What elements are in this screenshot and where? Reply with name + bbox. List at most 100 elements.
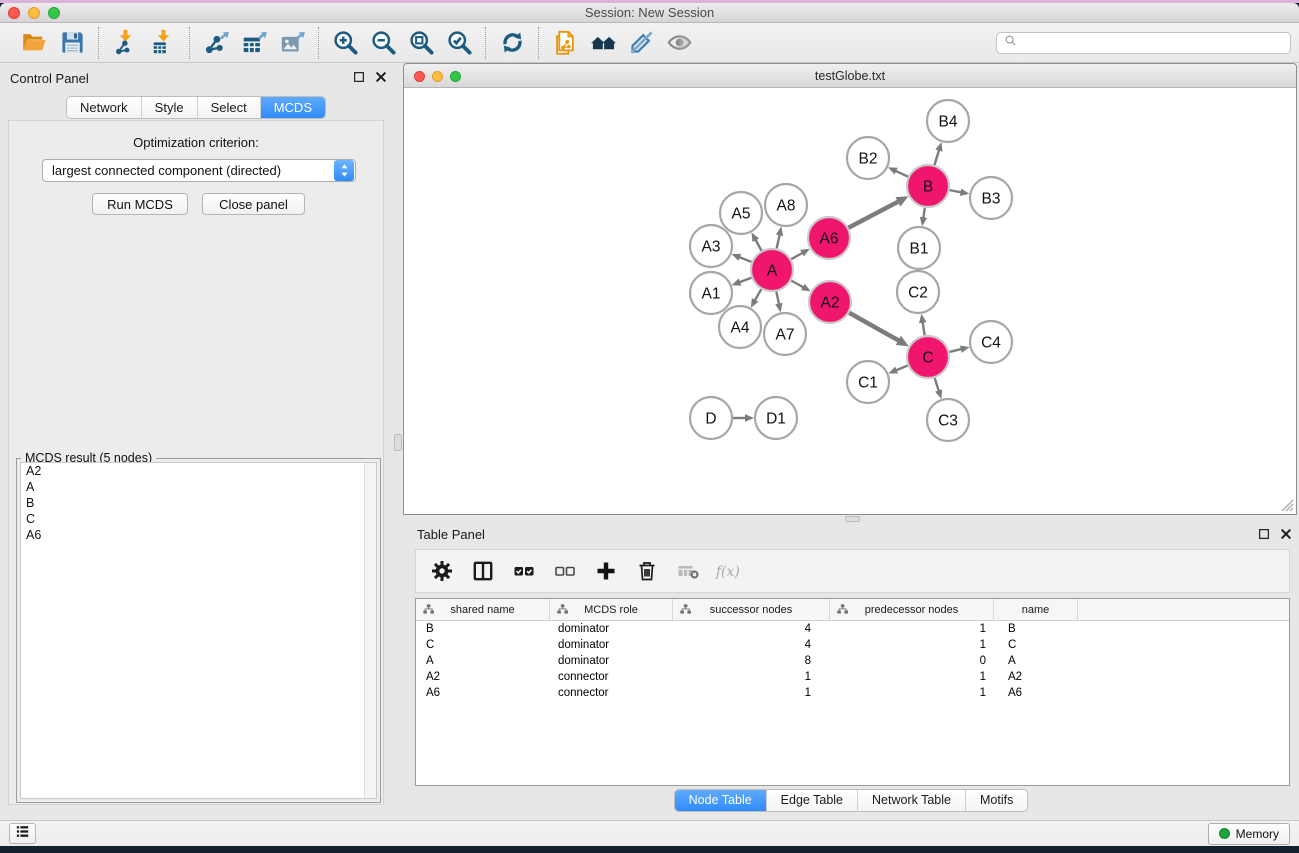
network-minimize-button[interactable] (432, 71, 443, 82)
mcds-result-item[interactable]: A2 (21, 463, 376, 479)
toolbar-group (189, 27, 318, 59)
mcds-result-list[interactable]: A2ABCA6 (20, 462, 377, 799)
mcds-result-item[interactable]: A6 (21, 527, 376, 543)
mcds-result-item[interactable]: B (21, 495, 376, 511)
graph-edge-A6-B[interactable] (848, 201, 898, 227)
graph-edge-A-A3[interactable] (739, 257, 752, 262)
column-header-shared-name[interactable]: shared name (416, 599, 550, 621)
graph-edge-B-B3[interactable] (950, 190, 962, 192)
graph-node-label: D (705, 411, 716, 428)
network-canvas[interactable]: B4B2BB3A8A5A6A3B1AC2A1A2A4A7C4CC1C3DD1 (404, 88, 1296, 514)
column-header-successor-nodes[interactable]: successor nodes (673, 599, 830, 621)
home-icon[interactable] (587, 27, 619, 59)
search-box[interactable] (996, 32, 1291, 54)
table-row[interactable]: A6connector11A6 (416, 685, 1289, 701)
float-panel-icon[interactable] (1257, 527, 1271, 541)
graph-edge-C-C4[interactable] (949, 349, 961, 352)
export-network-icon[interactable] (200, 27, 232, 59)
graph-node-label: B4 (939, 114, 958, 131)
tab-select[interactable]: Select (197, 97, 260, 118)
window-resize-grip[interactable] (1278, 496, 1294, 512)
hierarchy-icon (679, 603, 692, 616)
criterion-dropdown[interactable]: largest connected component (directed) (42, 159, 356, 182)
export-image-icon[interactable] (276, 27, 308, 59)
close-panel-button[interactable]: Close panel (202, 193, 305, 215)
graph-edge-C-C1[interactable] (896, 365, 908, 370)
traffic-lights (8, 7, 60, 19)
column-header-label: MCDS role (584, 604, 638, 616)
network-window-titlebar[interactable]: testGlobe.txt (404, 64, 1296, 88)
tab-network-table[interactable]: Network Table (857, 790, 965, 811)
graph-node-label: B (923, 179, 933, 196)
memory-button[interactable]: Memory (1208, 823, 1290, 845)
select-all-icon[interactable] (510, 557, 538, 585)
toolbar-group (485, 27, 538, 59)
table-row[interactable]: Bdominator41B (416, 621, 1289, 637)
clear-selection-icon[interactable] (551, 557, 579, 585)
column-header-name[interactable]: name (994, 599, 1078, 621)
graph-edge-A-A8[interactable] (777, 234, 780, 248)
zoom-in-icon[interactable] (329, 27, 361, 59)
eye-icon[interactable] (663, 27, 695, 59)
close-window-button[interactable] (8, 7, 20, 19)
table-row[interactable]: Cdominator41C (416, 637, 1289, 653)
vertical-splitter-grip[interactable] (394, 434, 402, 451)
graph-edge-A-A6[interactable] (791, 253, 803, 260)
task-history-button[interactable] (9, 823, 36, 844)
close-panel-icon[interactable] (374, 70, 388, 84)
run-mcds-button[interactable]: Run MCDS (92, 193, 188, 215)
column-header-predecessor-nodes[interactable]: predecessor nodes (830, 599, 994, 621)
tab-edge-table[interactable]: Edge Table (766, 790, 857, 811)
table-row[interactable]: A2connector11A2 (416, 669, 1289, 685)
close-panel-icon[interactable] (1279, 527, 1293, 541)
save-session-icon[interactable] (56, 27, 88, 59)
tab-mcds[interactable]: MCDS (260, 97, 325, 118)
network-zoom-button[interactable] (450, 71, 461, 82)
search-input[interactable] (1022, 36, 1284, 50)
graph-edge-arrowhead (960, 346, 970, 353)
graph-edge-arrowhead (935, 389, 942, 399)
tab-motifs[interactable]: Motifs (965, 790, 1027, 811)
zoom-window-button[interactable] (48, 7, 60, 19)
column-header-MCDS-role[interactable]: MCDS role (550, 599, 673, 621)
export-table-icon[interactable] (238, 27, 270, 59)
graph-edge-B-B1[interactable] (923, 208, 925, 219)
mcds-result-item[interactable]: C (21, 511, 376, 527)
zoom-out-icon[interactable] (367, 27, 399, 59)
refresh-icon[interactable] (496, 27, 528, 59)
window-titlebar[interactable]: Session: New Session (0, 3, 1299, 23)
zoom-fit-icon[interactable] (405, 27, 437, 59)
graph-edge-A-A1[interactable] (739, 278, 751, 283)
tab-style[interactable]: Style (141, 97, 197, 118)
graph-edge-B-B2[interactable] (895, 171, 908, 177)
tab-node-table[interactable]: Node Table (675, 790, 766, 811)
table-cell: 1 (830, 669, 994, 685)
gear-icon[interactable] (428, 557, 456, 585)
network-close-button[interactable] (414, 71, 425, 82)
hide-graphics-icon[interactable] (625, 27, 657, 59)
result-list-scrollbar[interactable] (364, 463, 376, 798)
table-row[interactable]: Adominator80A (416, 653, 1289, 669)
delete-column-icon[interactable] (633, 557, 661, 585)
zoom-selected-icon[interactable] (443, 27, 475, 59)
graph-edge-A-A7[interactable] (776, 292, 779, 305)
columns-icon[interactable] (469, 557, 497, 585)
mcds-result-item[interactable]: A (21, 479, 376, 495)
graph-edge-A-A2[interactable] (791, 281, 803, 288)
graph-edge-A-A4[interactable] (755, 289, 762, 301)
graph-node-label: B2 (859, 151, 878, 168)
graph-edge-C-C2[interactable] (923, 322, 925, 336)
graph-edge-A2-C[interactable] (849, 313, 899, 341)
import-table-icon[interactable] (147, 27, 179, 59)
float-panel-icon[interactable] (352, 70, 366, 84)
minimize-window-button[interactable] (28, 7, 40, 19)
tab-network[interactable]: Network (67, 97, 141, 118)
graph-edge-B-B4[interactable] (934, 150, 939, 165)
graph-edge-A-A5[interactable] (755, 239, 761, 250)
import-network-icon[interactable] (109, 27, 141, 59)
add-column-icon[interactable] (592, 557, 620, 585)
open-file-icon[interactable] (18, 27, 50, 59)
open-session-icon[interactable] (549, 27, 581, 59)
table-cell: C (416, 637, 550, 653)
graph-edge-C-C3[interactable] (935, 378, 939, 391)
